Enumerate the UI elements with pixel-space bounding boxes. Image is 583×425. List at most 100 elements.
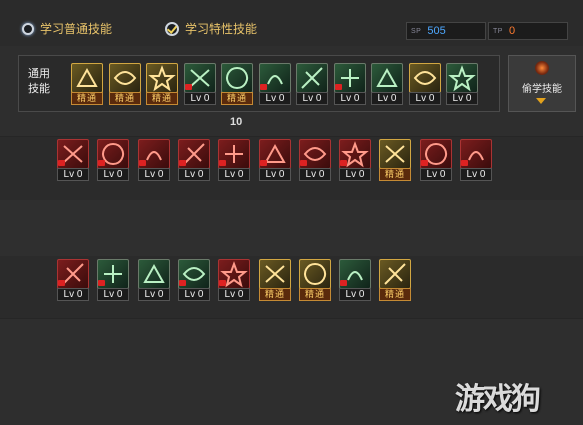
requirement-warning-icon <box>219 160 226 166</box>
skill-slot[interactable]: Lv 0 <box>409 63 441 105</box>
steal-skill-button[interactable]: 偷学技能 <box>508 55 576 112</box>
skill-icon <box>296 63 328 93</box>
tp-value: 0 <box>508 25 516 37</box>
sp-value: 505 <box>427 25 446 37</box>
tab-label: 学习特性技能 <box>185 22 258 36</box>
requirement-warning-icon <box>139 160 146 166</box>
skill-icon <box>409 63 441 93</box>
skill-level-label: Lv 0 <box>371 92 403 105</box>
skill-slot[interactable]: Lv 0 <box>460 139 492 181</box>
skill-slot[interactable]: Lv 0 <box>184 63 216 105</box>
skill-level-label: 精通 <box>221 92 253 105</box>
skill-slot[interactable]: 精通 <box>221 63 253 105</box>
skill-icon <box>371 63 403 93</box>
skill-level-label: 精通 <box>379 168 411 181</box>
skill-level-label: Lv 0 <box>259 168 291 181</box>
skill-level-label: Lv 0 <box>97 288 129 301</box>
skill-slot[interactable]: Lv 0 <box>218 139 250 181</box>
skill-icon <box>446 63 478 93</box>
skill-level-label: Lv 0 <box>184 92 216 105</box>
skill-icon <box>146 63 178 93</box>
skill-slot[interactable]: Lv 0 <box>339 139 371 181</box>
skill-slot[interactable]: 精通 <box>146 63 178 105</box>
tp-tag: TP <box>493 27 503 35</box>
skill-slot[interactable]: 精通 <box>379 139 411 181</box>
skill-slot[interactable]: Lv 0 <box>334 63 366 105</box>
tab-learn-common-skills[interactable]: 学习普通技能 <box>22 20 112 37</box>
skill-slot[interactable]: Lv 0 <box>259 139 291 181</box>
tab-label: 学习普通技能 <box>40 22 113 36</box>
requirement-warning-icon <box>300 160 307 166</box>
skill-slot[interactable]: Lv 0 <box>259 63 291 105</box>
skill-slot[interactable]: Lv 0 <box>446 63 478 105</box>
common-skills-label: 通用技能 <box>28 68 50 95</box>
requirement-warning-icon <box>260 160 267 166</box>
skill-level-label: Lv 0 <box>409 92 441 105</box>
skill-level-label: 精通 <box>71 92 103 105</box>
requirement-warning-icon <box>335 84 342 90</box>
skill-slot[interactable]: Lv 0 <box>138 259 170 301</box>
skill-slot[interactable]: Lv 0 <box>97 139 129 181</box>
requirement-warning-icon <box>98 160 105 166</box>
sp-counter: SP 505 <box>406 22 486 40</box>
skill-slot[interactable]: Lv 0 <box>57 139 89 181</box>
skill-level-label: 精通 <box>259 288 291 301</box>
skill-icon <box>221 63 253 93</box>
skill-slot[interactable]: 精通 <box>71 63 103 105</box>
empty-skill-band <box>0 200 583 256</box>
skill-level-label: Lv 0 <box>57 168 89 181</box>
tab-learn-special-skills[interactable]: 学习特性技能 <box>165 20 257 37</box>
skill-level-label: Lv 0 <box>57 288 89 301</box>
skill-slot[interactable]: Lv 0 <box>178 259 210 301</box>
skill-level-label: Lv 0 <box>178 288 210 301</box>
skill-slot[interactable]: Lv 0 <box>420 139 452 181</box>
skill-level-label: Lv 0 <box>334 92 366 105</box>
requirement-warning-icon <box>461 160 468 166</box>
requirement-warning-icon <box>421 160 428 166</box>
skill-level-label: Lv 0 <box>97 168 129 181</box>
requirement-warning-icon <box>58 160 65 166</box>
requirement-warning-icon <box>58 280 65 286</box>
skill-icon <box>379 259 411 289</box>
skill-count-note: 10 <box>230 116 243 128</box>
skill-slot[interactable]: Lv 0 <box>218 259 250 301</box>
skill-tabs-bar: 学习普通技能 学习特性技能 SP 505 TP 0 <box>0 0 583 46</box>
skill-level-label: Lv 0 <box>218 168 250 181</box>
steal-skill-label: 偷学技能 <box>522 84 562 95</box>
radio-icon <box>22 22 34 35</box>
skill-slot[interactable]: Lv 0 <box>97 259 129 301</box>
skill-level-label: 精通 <box>146 92 178 105</box>
skill-slot[interactable]: Lv 0 <box>371 63 403 105</box>
skill-icon <box>109 63 141 93</box>
skill-level-label: Lv 0 <box>259 92 291 105</box>
requirement-warning-icon <box>340 160 347 166</box>
skill-level-label: Lv 0 <box>339 168 371 181</box>
skill-slot[interactable]: 精通 <box>379 259 411 301</box>
checkmark-icon <box>165 21 179 36</box>
skill-slot[interactable]: Lv 0 <box>299 139 331 181</box>
skill-slot[interactable]: Lv 0 <box>296 63 328 105</box>
skill-slot[interactable]: Lv 0 <box>138 139 170 181</box>
skill-slot[interactable]: Lv 0 <box>339 259 371 301</box>
skill-level-label: Lv 0 <box>138 288 170 301</box>
skill-slot[interactable]: Lv 0 <box>178 139 210 181</box>
skill-slot[interactable]: Lv 0 <box>57 259 89 301</box>
skill-level-label: 精通 <box>299 288 331 301</box>
requirement-warning-icon <box>340 280 347 286</box>
skill-icon <box>379 139 411 169</box>
requirement-warning-icon <box>185 84 192 90</box>
requirement-warning-icon <box>179 280 186 286</box>
requirement-warning-icon <box>260 84 267 90</box>
skill-level-label: Lv 0 <box>460 168 492 181</box>
watermark: 游戏狗 <box>455 383 541 416</box>
skill-slot[interactable]: 精通 <box>109 63 141 105</box>
tp-counter: TP 0 <box>488 22 568 40</box>
skill-level-label: 精通 <box>109 92 141 105</box>
skill-icon <box>259 259 291 289</box>
skill-slot[interactable]: 精通 <box>259 259 291 301</box>
skill-icon <box>299 259 331 289</box>
skill-level-label: 精通 <box>379 288 411 301</box>
sp-tag: SP <box>411 27 422 35</box>
skill-slot[interactable]: 精通 <box>299 259 331 301</box>
requirement-warning-icon <box>98 280 105 286</box>
